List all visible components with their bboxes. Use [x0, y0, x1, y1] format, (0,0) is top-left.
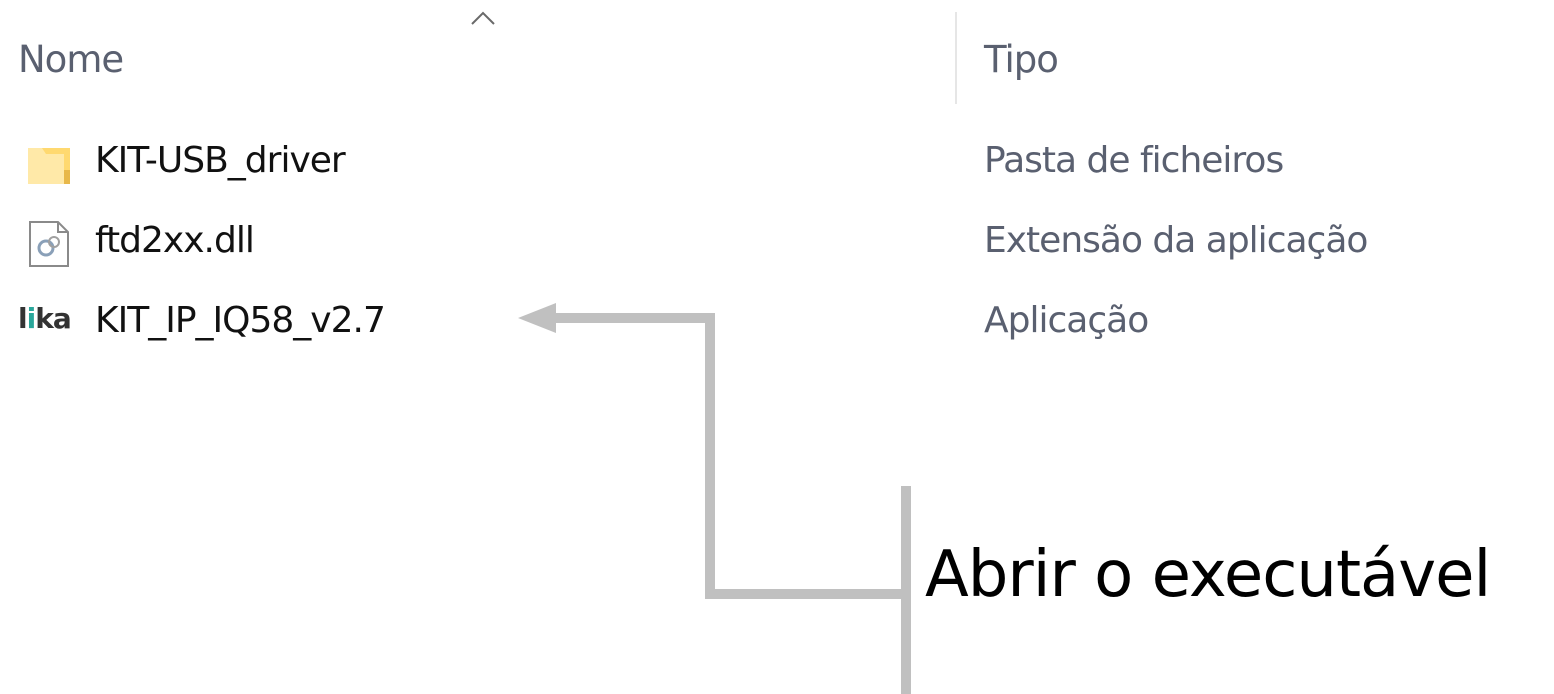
file-type: Extensão da aplicação [984, 220, 1368, 261]
connector-line [705, 318, 906, 599]
file-row-ftd2xx-dll[interactable]: ftd2xx.dll Extensão da aplicação [0, 208, 1554, 278]
file-row-kit-usb-driver[interactable]: KIT-USB_driver Pasta de ficheiros [0, 128, 1554, 198]
file-type: Aplicação [984, 300, 1149, 341]
file-name: KIT-USB_driver [95, 140, 346, 181]
dll-file-icon [29, 221, 69, 267]
chevron-up-icon [471, 11, 495, 25]
file-name: KIT_IP_IQ58_v2.7 [95, 300, 386, 341]
folder-icon [28, 148, 70, 184]
column-divider[interactable] [955, 12, 957, 104]
column-header-name[interactable]: Nome [18, 38, 124, 81]
file-row-kit-ip-iq58[interactable]: lika KIT_IP_IQ58_v2.7 Aplicação [0, 288, 1554, 358]
lika-app-icon: lika [18, 302, 72, 335]
file-type: Pasta de ficheiros [984, 140, 1284, 181]
column-header-type[interactable]: Tipo [984, 38, 1059, 81]
callout-text: Abrir o executável [925, 538, 1491, 612]
file-name: ftd2xx.dll [95, 220, 255, 261]
